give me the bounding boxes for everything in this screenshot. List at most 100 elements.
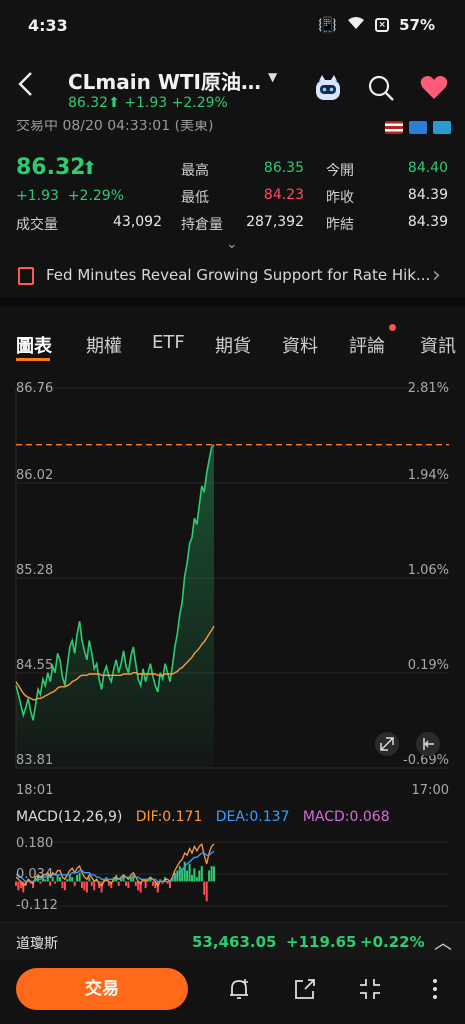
macd-bar <box>17 881 20 891</box>
stat-high-label: 最高 <box>181 163 209 179</box>
trade-button[interactable]: 交易 <box>16 968 188 1010</box>
price-chart[interactable]: 86.76 86.02 85.28 84.55 83.81 2.81% 1.94% 1.06… <box>0 376 465 806</box>
index-name: 道瓊斯 <box>16 936 58 952</box>
tab-chart[interactable]: 圖表 <box>16 332 52 358</box>
macd-bar <box>66 879 69 882</box>
stat-open-value: 84.40 <box>407 160 448 176</box>
collapse-button[interactable] <box>357 976 383 1002</box>
macd-bar <box>85 881 88 893</box>
macd-bar <box>205 881 208 902</box>
stat-prev-close-value: 84.39 <box>407 187 448 203</box>
macd-bar <box>125 881 127 886</box>
share-button[interactable] <box>292 976 318 1002</box>
macd-title: MACD(12,26,9) <box>16 809 123 825</box>
robot-icon <box>316 75 340 100</box>
news-bar[interactable]: Fed Minutes Reveal Growing Support for R… <box>0 255 465 297</box>
status-bar: 4:33 📳 × 57% <box>0 0 465 52</box>
fullscreen-button[interactable] <box>375 732 399 756</box>
stat-low-label: 最低 <box>181 190 209 206</box>
notification-x-icon: × <box>375 18 390 32</box>
y-tick-pct-label: 2.81% <box>408 381 449 396</box>
price-area <box>16 444 214 768</box>
tab-futures[interactable]: 期貨 <box>215 332 251 358</box>
expand-stats-chevron-icon[interactable]: ⌄ <box>226 236 238 252</box>
tab-news[interactable]: 資訊 <box>420 332 456 358</box>
more-vertical-icon <box>433 979 437 999</box>
header-change-pct: +2.29% <box>171 95 228 111</box>
macd-bar <box>15 881 17 886</box>
macd-header[interactable]: MACD(12,26,9) DIF:0.171 DEA:0.137 MACD:0… <box>16 809 390 825</box>
chevron-up-icon[interactable]: ︿ <box>434 929 452 955</box>
section-divider <box>0 297 465 307</box>
macd-bar <box>191 874 193 882</box>
price-change: +1.93 +2.29% <box>16 188 124 204</box>
last-price: 86.32 <box>16 155 86 180</box>
jump-to-latest-button[interactable] <box>416 732 440 756</box>
battery-percent: 57% <box>399 16 435 34</box>
macd-bar <box>61 881 64 889</box>
change-pct: +2.29% <box>67 188 125 204</box>
macd-value-label: MACD:0.068 <box>302 809 390 825</box>
more-button[interactable] <box>422 976 448 1002</box>
flags <box>385 121 451 134</box>
y-tick-pct-label: 1.06% <box>408 563 449 578</box>
macd-bar <box>81 881 83 889</box>
index-change: +119.65 <box>286 933 357 951</box>
bell-plus-icon <box>230 979 248 999</box>
active-tab-indicator <box>16 358 50 361</box>
up-arrow-icon: ⬆ <box>82 158 98 179</box>
macd-bar <box>144 881 147 889</box>
tab-options[interactable]: 期權 <box>86 332 122 358</box>
y-tick-label: 86.02 <box>16 468 53 483</box>
volume-value: 43,092 <box>113 214 162 230</box>
heart-icon <box>420 76 448 99</box>
caret-down-icon[interactable]: ▼ <box>268 70 277 84</box>
tab-data[interactable]: 資料 <box>282 332 318 358</box>
ai-assistant-button[interactable] <box>312 74 344 102</box>
stat-open-label: 今開 <box>326 163 354 179</box>
y-tick-label: 85.28 <box>16 563 53 578</box>
macd-bar <box>186 870 189 882</box>
macd-bar <box>195 877 198 882</box>
macd-bar <box>198 870 201 882</box>
tab-bar: 圖表 期權 ETF 期貨 資料 評論 資訊 <box>0 332 465 366</box>
news-headline[interactable]: Fed Minutes Reveal Growing Support for R… <box>46 266 431 284</box>
macd-bar <box>132 874 135 882</box>
tab-etf[interactable]: ETF <box>152 332 185 353</box>
macd-bar <box>76 874 79 882</box>
stat-open-interest-label: 持倉量 <box>181 217 223 233</box>
macd-bar <box>203 881 206 895</box>
macd-y-tick-label: -0.112 <box>16 898 58 913</box>
bottom-action-bar: 交易 <box>0 960 465 1024</box>
macd-chart[interactable]: 0.180 0.034 -0.112 <box>0 830 465 916</box>
page-title[interactable]: CLmain WTI原油… <box>68 66 261 95</box>
stat-prev-settle-label: 昨結 <box>326 217 354 233</box>
chevron-left-icon <box>18 72 32 96</box>
comments-notification-dot <box>389 324 396 331</box>
header-price: 86.32 <box>68 95 109 111</box>
y-tick-label: 86.76 <box>16 381 53 396</box>
macd-y-tick-label: 0.034 <box>16 867 53 882</box>
macd-bar <box>213 866 215 882</box>
price-alert-button[interactable] <box>226 976 252 1002</box>
macd-bar <box>83 881 86 891</box>
wifi-icon <box>347 16 365 34</box>
macd-bar <box>188 863 191 882</box>
back-button[interactable] <box>10 70 42 106</box>
stat-low-value: 84.23 <box>263 187 304 203</box>
tab-comments[interactable]: 評論 <box>349 332 385 358</box>
search-button[interactable] <box>367 74 395 102</box>
macd-bar <box>59 877 61 882</box>
status-icons: 📳 × 57% <box>318 16 435 34</box>
macd-bar <box>22 881 25 893</box>
macd-bar <box>208 870 211 882</box>
y-tick-pct-label: 0.19% <box>408 658 449 673</box>
macd-bar <box>88 877 91 882</box>
chevron-right-icon[interactable]: › <box>432 263 441 288</box>
vibrate-icon: 📳 <box>318 16 338 34</box>
index-ticker-bar[interactable]: 道瓊斯 53,463.05 +119.65 +0.22% ︿ <box>0 922 465 960</box>
y-tick-label: 83.81 <box>16 753 53 768</box>
favorite-button[interactable] <box>420 74 448 102</box>
stat-open-interest-value: 287,392 <box>246 214 304 230</box>
macd-bar <box>54 881 57 884</box>
